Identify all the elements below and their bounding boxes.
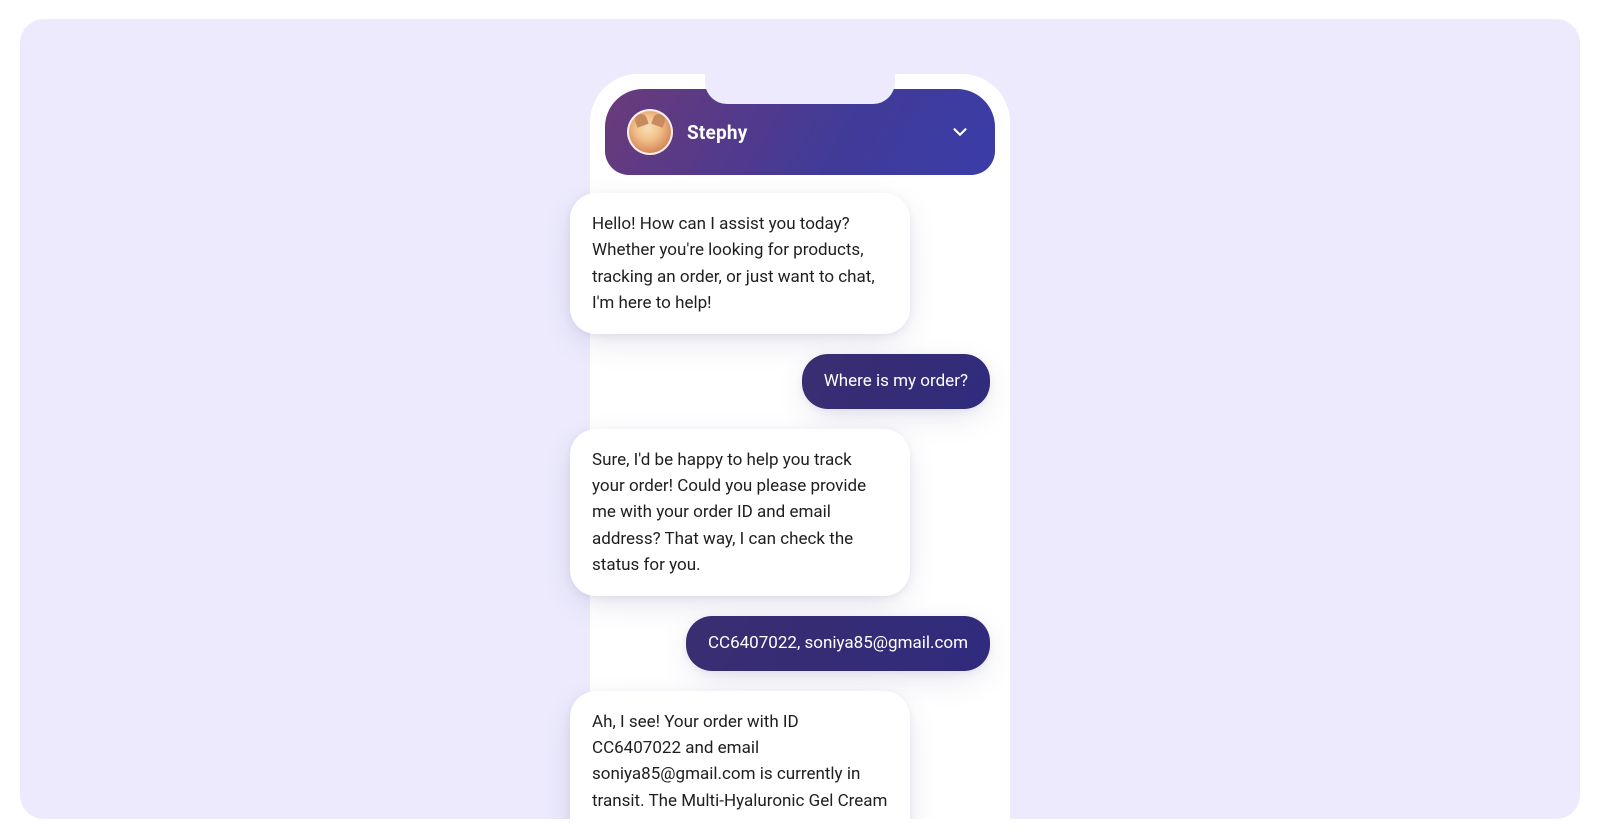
message-user: CC6407022, soniya85@gmail.com	[686, 616, 990, 670]
phone-frame: Stephy Hello! How can I assist you today…	[590, 74, 1010, 819]
message-list[interactable]: Hello! How can I assist you today? Wheth…	[590, 175, 1010, 819]
phone-notch	[705, 72, 895, 104]
phone-inner: Stephy Hello! How can I assist you today…	[590, 89, 1010, 819]
message-user: Where is my order?	[802, 354, 990, 408]
chevron-down-icon[interactable]	[947, 119, 973, 145]
message-bot: Hello! How can I assist you today? Wheth…	[570, 193, 910, 334]
avatar[interactable]	[627, 109, 673, 155]
app-canvas: Stephy Hello! How can I assist you today…	[20, 19, 1580, 819]
contact-name: Stephy	[687, 121, 747, 144]
message-bot: Sure, I'd be happy to help you track you…	[570, 429, 910, 597]
message-bot: Ah, I see! Your order with ID CC6407022 …	[570, 691, 910, 819]
